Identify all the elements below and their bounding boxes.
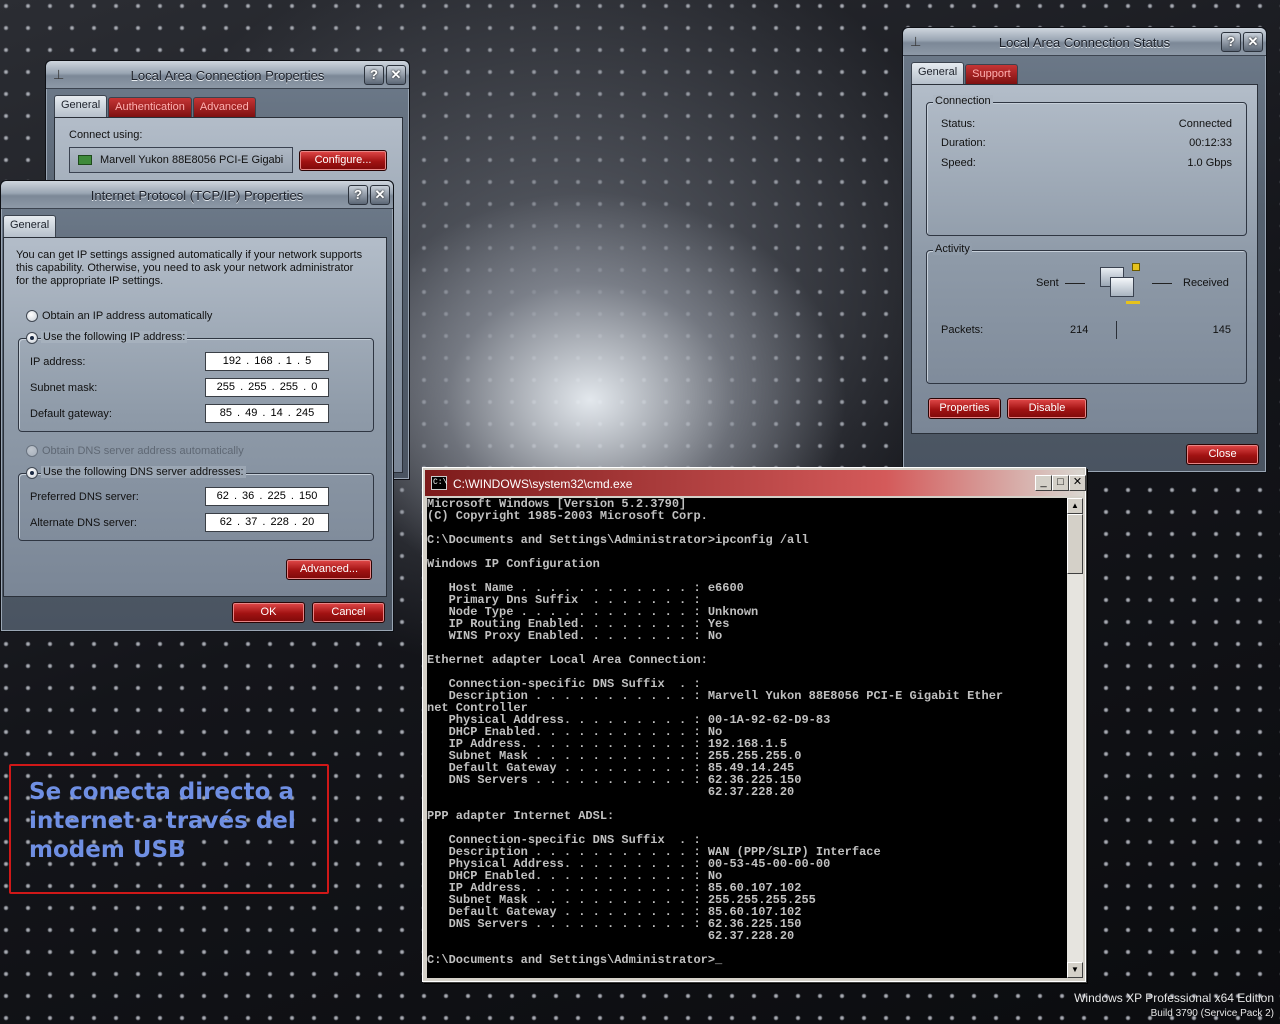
activity-group-caption: Activity	[933, 243, 972, 255]
console-line: PPP adapter Internet ADSL:	[427, 809, 615, 823]
activity-group: Activity	[926, 243, 1247, 384]
scroll-down-arrow-icon[interactable]: ▼	[1067, 962, 1083, 978]
help-button[interactable]: ?	[364, 65, 384, 85]
packets-sent-value: 214	[1070, 324, 1089, 336]
ok-button[interactable]: OK	[232, 602, 305, 623]
console-line: (C) Copyright 1985-2003 Microsoft Corp.	[427, 509, 708, 523]
window-title: Internet Protocol (TCP/IP) Properties	[90, 188, 304, 203]
disable-button[interactable]: Disable	[1007, 398, 1087, 419]
status-general-panel: Connection Status: Connected Duration: 0…	[911, 84, 1258, 434]
manual-dns-radio[interactable]	[26, 467, 38, 479]
annotation-text: Se conecta directo a internet a través d…	[29, 779, 296, 863]
cmd-title: C:\WINDOWS\system32\cmd.exe	[453, 477, 633, 491]
close-button[interactable]: ✕	[386, 65, 406, 85]
window-title: Local Area Connection Status	[998, 35, 1171, 50]
advanced-button[interactable]: Advanced...	[286, 559, 372, 580]
auto-ip-label[interactable]: Obtain an IP address automatically	[42, 310, 212, 322]
scroll-thumb[interactable]	[1067, 514, 1083, 574]
manual-ip-radio[interactable]	[26, 332, 38, 344]
network-computers-icon	[1096, 263, 1148, 309]
packets-label: Packets:	[941, 324, 984, 336]
maximize-button[interactable]: □	[1052, 475, 1069, 491]
console-line: C:\Documents and Settings\Administrator>…	[427, 953, 723, 967]
manual-dns-label[interactable]: Use the following DNS server addresses:	[41, 466, 246, 478]
tab-authentication[interactable]: Authentication	[108, 97, 192, 117]
duration-label: Duration:	[941, 137, 986, 149]
alternate-dns-field[interactable]: 62 . 37 . 228 . 20	[205, 513, 329, 532]
duration-value: 00:12:33	[1189, 137, 1232, 149]
help-button[interactable]: ?	[348, 185, 368, 205]
help-button[interactable]: ?	[1221, 32, 1241, 52]
tab-advanced[interactable]: Advanced	[192, 97, 256, 117]
minimize-button[interactable]: _	[1035, 475, 1052, 491]
console-line: 62.37.228.20	[427, 929, 795, 943]
connection-status-window: ⊥ Local Area Connection Status ? ✕ Gener…	[902, 27, 1267, 473]
network-adapter-icon	[78, 155, 92, 165]
properties-button[interactable]: Properties	[928, 398, 1001, 419]
connection-group-caption: Connection	[933, 95, 993, 107]
status-value: Connected	[1178, 118, 1232, 130]
close-button[interactable]: ✕	[1243, 32, 1263, 52]
tab-general[interactable]: General	[54, 95, 108, 117]
speed-value: 1.0 Gbps	[1187, 157, 1232, 169]
annotation-box: Se conecta directo a internet a través d…	[9, 764, 329, 894]
tcpip-general-panel: You can get IP settings assigned automat…	[3, 237, 387, 597]
status-label: Status:	[941, 118, 976, 130]
default-gateway-label: Default gateway:	[30, 408, 112, 420]
tab-general[interactable]: General	[911, 62, 965, 84]
ip-address-label: IP address:	[30, 356, 86, 368]
lan-properties-titlebar[interactable]: ⊥ Local Area Connection Properties ? ✕	[46, 61, 409, 89]
tab-support[interactable]: Support	[965, 64, 1018, 84]
connect-using-label: Connect using:	[69, 129, 143, 141]
console-line: WINS Proxy Enabled. . . . . . . . : No	[427, 629, 723, 643]
console-line: C:\Documents and Settings\Administrator>…	[427, 533, 809, 547]
tab-general[interactable]: General	[3, 215, 57, 237]
preferred-dns-field[interactable]: 62 . 36 . 225 . 150	[205, 487, 329, 506]
os-edition: Windows XP Professional x64 Edition	[1074, 991, 1274, 1005]
tcpip-properties-window: Internet Protocol (TCP/IP) Properties ? …	[0, 180, 394, 632]
console-line: Ethernet adapter Local Area Connection:	[427, 653, 708, 667]
manual-ip-label[interactable]: Use the following IP address:	[41, 331, 188, 343]
auto-dns-radio[interactable]	[26, 445, 38, 457]
auto-ip-radio[interactable]	[26, 310, 38, 322]
cmd-titlebar[interactable]: C:\ C:\WINDOWS\system32\cmd.exe _ □ ✕	[425, 470, 1086, 496]
os-build: Build 3790 (Service Pack 2)	[1150, 1008, 1274, 1019]
adapter-name: Marvell Yukon 88E8056 PCI-E Gigabi	[100, 154, 284, 166]
close-dialog-button[interactable]: Close	[1186, 444, 1259, 465]
alternate-dns-label: Alternate DNS server:	[30, 517, 137, 529]
console-icon: C:\	[431, 476, 447, 490]
cancel-button[interactable]: Cancel	[312, 602, 385, 623]
subnet-mask-label: Subnet mask:	[30, 382, 98, 394]
tcpip-titlebar[interactable]: Internet Protocol (TCP/IP) Properties ? …	[1, 181, 393, 209]
default-gateway-field[interactable]: 85 . 49 . 14 . 245	[205, 404, 329, 423]
sent-line	[1065, 283, 1085, 284]
packets-received-value: 145	[1212, 324, 1231, 336]
speed-label: Speed:	[941, 157, 976, 169]
received-line	[1152, 283, 1172, 284]
subnet-mask-field[interactable]: 255 . 255 . 255 . 0	[205, 378, 329, 397]
auto-dns-label[interactable]: Obtain DNS server address automatically	[42, 445, 244, 457]
console-text: Microsoft Windows [Version 5.2.3790] (C) …	[427, 498, 1067, 966]
close-button[interactable]: ✕	[370, 185, 390, 205]
received-label: Received	[1183, 277, 1229, 289]
preferred-dns-label: Preferred DNS server:	[30, 491, 139, 503]
sent-label: Sent	[1036, 277, 1059, 289]
vertical-scrollbar[interactable]: ▲ ▼	[1067, 498, 1083, 978]
window-title: Local Area Connection Properties	[130, 68, 325, 83]
status-titlebar[interactable]: ⊥ Local Area Connection Status ? ✕	[903, 28, 1266, 56]
packets-divider	[1116, 321, 1117, 339]
scroll-up-arrow-icon[interactable]: ▲	[1067, 498, 1083, 514]
configure-button[interactable]: Configure...	[299, 150, 387, 171]
console-line: 62.37.228.20	[427, 785, 795, 799]
console-output[interactable]: Microsoft Windows [Version 5.2.3790] (C) …	[427, 498, 1067, 978]
tcpip-description: You can get IP settings assigned automat…	[16, 249, 363, 287]
adapter-field: Marvell Yukon 88E8056 PCI-E Gigabi	[69, 147, 293, 173]
ip-address-field[interactable]: 192 . 168 . 1 . 5	[205, 352, 329, 371]
cmd-window: C:\ C:\WINDOWS\system32\cmd.exe _ □ ✕ Mi…	[422, 467, 1086, 982]
close-button[interactable]: ✕	[1069, 475, 1086, 491]
console-line: Windows IP Configuration	[427, 557, 600, 571]
